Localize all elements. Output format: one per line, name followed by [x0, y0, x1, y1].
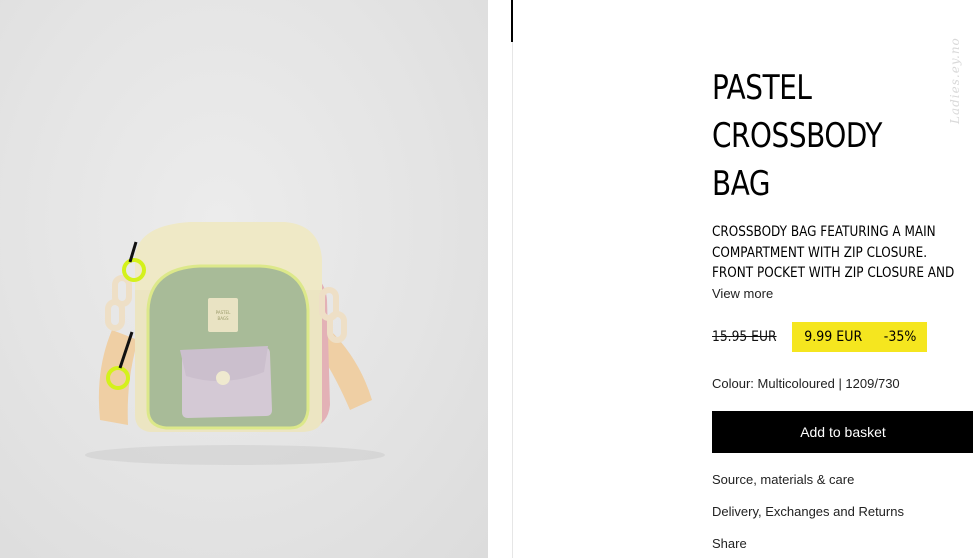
product-details: PASTEL CROSSBODY BAG CROSSBODY BAG FEATU…: [712, 64, 973, 551]
share-link[interactable]: Share: [712, 536, 747, 551]
product-title: PASTEL CROSSBODY BAG: [712, 64, 973, 208]
scroll-indicator: [511, 0, 513, 42]
brand-patch: [208, 298, 238, 332]
title-line: CROSSBODY: [712, 116, 883, 156]
title-line: BAG: [712, 164, 771, 204]
pocket-snap: [216, 371, 230, 385]
discount-percent: -35%: [883, 329, 917, 345]
old-price: 15.95 EUR: [712, 329, 777, 345]
price-row: 15.95 EUR 9.99 EUR -35%: [712, 322, 927, 352]
view-more-link[interactable]: View more: [712, 286, 773, 301]
colour-info: Colour: Multicoloured | 1209/730: [712, 376, 900, 391]
svg-text:PASTEL: PASTEL: [216, 310, 231, 315]
strap-left: [98, 330, 138, 425]
chain-left: [105, 275, 132, 331]
panel-divider: [512, 0, 513, 558]
description-line: FRONT POCKET WITH ZIP CLOSURE AND: [712, 265, 955, 281]
product-image[interactable]: PASTEL BAGS: [0, 0, 488, 558]
description-line: CROSSBODY BAG FEATURING A MAIN: [712, 224, 936, 240]
sale-price: 9.99 EUR: [804, 329, 863, 345]
delivery-link[interactable]: Delivery, Exchanges and Returns: [712, 504, 904, 519]
description-line: COMPARTMENT WITH ZIP CLOSURE.: [712, 244, 928, 261]
crossbody-bag-illustration: PASTEL BAGS: [85, 222, 385, 465]
materials-link[interactable]: Source, materials & care: [712, 472, 854, 487]
product-description: CROSSBODY BAG FEATURING A MAIN COMPARTME…: [712, 222, 973, 284]
add-to-basket-button[interactable]: Add to basket: [712, 411, 973, 453]
title-line: PASTEL: [712, 68, 812, 108]
sale-price-badge: 9.99 EUR -35%: [792, 322, 927, 352]
svg-text:BAGS: BAGS: [217, 316, 229, 321]
